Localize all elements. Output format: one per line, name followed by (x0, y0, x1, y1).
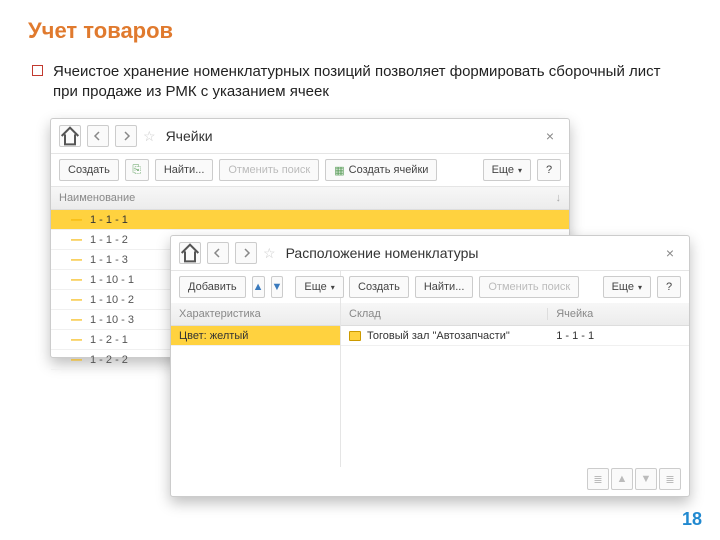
row-icon: — (71, 314, 82, 326)
close-button[interactable]: × (539, 125, 561, 147)
pane-characteristics: Добавить ▲ ▼ Еще ▾ Характеристика Цвет: … (171, 271, 341, 467)
row-icon: — (71, 274, 82, 286)
nav-first-button[interactable]: ≣ (587, 468, 609, 490)
titlebar: ☆ Расположение номенклатуры × (171, 236, 689, 271)
create-button[interactable]: Создать (349, 276, 409, 298)
table-row[interactable]: — 1 - 1 - 1 (51, 210, 569, 230)
cell-value: 1 - 1 - 1 (548, 330, 681, 342)
home-button[interactable] (179, 242, 201, 264)
window-title: Ячейки (166, 128, 533, 144)
sort-indicator-icon: ↓ (556, 192, 562, 204)
footer-nav: ≣ ▲ ▼ ≣ (587, 468, 681, 490)
bullet-text: Ячеистое хранение номенклатурных позиций… (53, 62, 672, 101)
left-toolbar: Добавить ▲ ▼ Еще ▾ (171, 271, 340, 303)
create-button[interactable]: Создать (59, 159, 119, 181)
right-column-headers: Склад Ячейка (341, 303, 689, 326)
panes: Добавить ▲ ▼ Еще ▾ Характеристика Цвет: … (171, 271, 689, 467)
forward-button[interactable] (235, 242, 257, 264)
row-icon: — (71, 214, 82, 226)
row-label: 1 - 2 - 2 (90, 354, 128, 366)
left-column-header[interactable]: Характеристика (171, 303, 340, 326)
more-button[interactable]: Еще ▾ (603, 276, 651, 298)
grid-header[interactable]: Наименование ↓ (51, 187, 569, 210)
row-label: 1 - 1 - 2 (90, 234, 128, 246)
warehouse-icon (349, 331, 361, 341)
home-button[interactable] (59, 125, 81, 147)
bullet-marker (32, 65, 43, 76)
location-row[interactable]: Тоговый зал "Автозапчасти" 1 - 1 - 1 (341, 326, 689, 346)
move-down-button[interactable]: ▼ (271, 276, 284, 298)
help-button[interactable]: ? (657, 276, 681, 298)
bullet-row: Ячеистое хранение номенклатурных позиций… (32, 62, 672, 101)
back-button[interactable] (207, 242, 229, 264)
find-button[interactable]: Найти... (415, 276, 474, 298)
window-placement: ☆ Расположение номенклатуры × Добавить ▲… (170, 235, 690, 497)
pane-locations: Создать Найти... Отменить поиск Еще ▾ ? … (341, 271, 689, 467)
column-warehouse[interactable]: Склад (349, 308, 548, 320)
window-title: Расположение номенклатуры (286, 245, 653, 261)
row-icon: — (71, 354, 82, 366)
add-button[interactable]: Добавить (179, 276, 246, 298)
row-icon: — (71, 234, 82, 246)
column-name: Наименование (59, 192, 135, 204)
back-button[interactable] (87, 125, 109, 147)
more-button[interactable]: Еще ▾ (483, 159, 531, 181)
row-label: 1 - 1 - 1 (90, 214, 128, 226)
toolbar: Создать ⎘ Найти... Отменить поиск ▦Созда… (51, 154, 569, 187)
warehouse-value: Тоговый зал "Автозапчасти" (367, 330, 510, 342)
help-button[interactable]: ? (537, 159, 561, 181)
row-icon: — (71, 334, 82, 346)
row-label: 1 - 10 - 2 (90, 294, 134, 306)
column-cell[interactable]: Ячейка (548, 308, 681, 320)
cancel-find-button[interactable]: Отменить поиск (219, 159, 319, 181)
find-button[interactable]: Найти... (155, 159, 214, 181)
copy-button[interactable]: ⎘ (125, 159, 149, 181)
row-icon: — (71, 254, 82, 266)
row-label: 1 - 1 - 3 (90, 254, 128, 266)
right-toolbar: Создать Найти... Отменить поиск Еще ▾ ? (341, 271, 689, 303)
forward-button[interactable] (115, 125, 137, 147)
close-button[interactable]: × (659, 242, 681, 264)
row-label: 1 - 10 - 3 (90, 314, 134, 326)
nav-prev-button[interactable]: ▲ (611, 468, 633, 490)
row-label: 1 - 10 - 1 (90, 274, 134, 286)
titlebar: ☆ Ячейки × (51, 119, 569, 154)
page-number: 18 (682, 509, 702, 530)
favorite-star-icon[interactable]: ☆ (143, 128, 156, 145)
cancel-find-button[interactable]: Отменить поиск (479, 276, 579, 298)
create-cells-button[interactable]: ▦Создать ячейки (325, 159, 437, 181)
row-icon: — (71, 294, 82, 306)
row-label: 1 - 2 - 1 (90, 334, 128, 346)
slide-title: Учет товаров (28, 18, 173, 44)
nav-last-button[interactable]: ≣ (659, 468, 681, 490)
nav-next-button[interactable]: ▼ (635, 468, 657, 490)
favorite-star-icon[interactable]: ☆ (263, 245, 276, 262)
characteristic-row[interactable]: Цвет: желтый (171, 326, 340, 346)
move-up-button[interactable]: ▲ (252, 276, 265, 298)
more-button[interactable]: Еще ▾ (295, 276, 343, 298)
